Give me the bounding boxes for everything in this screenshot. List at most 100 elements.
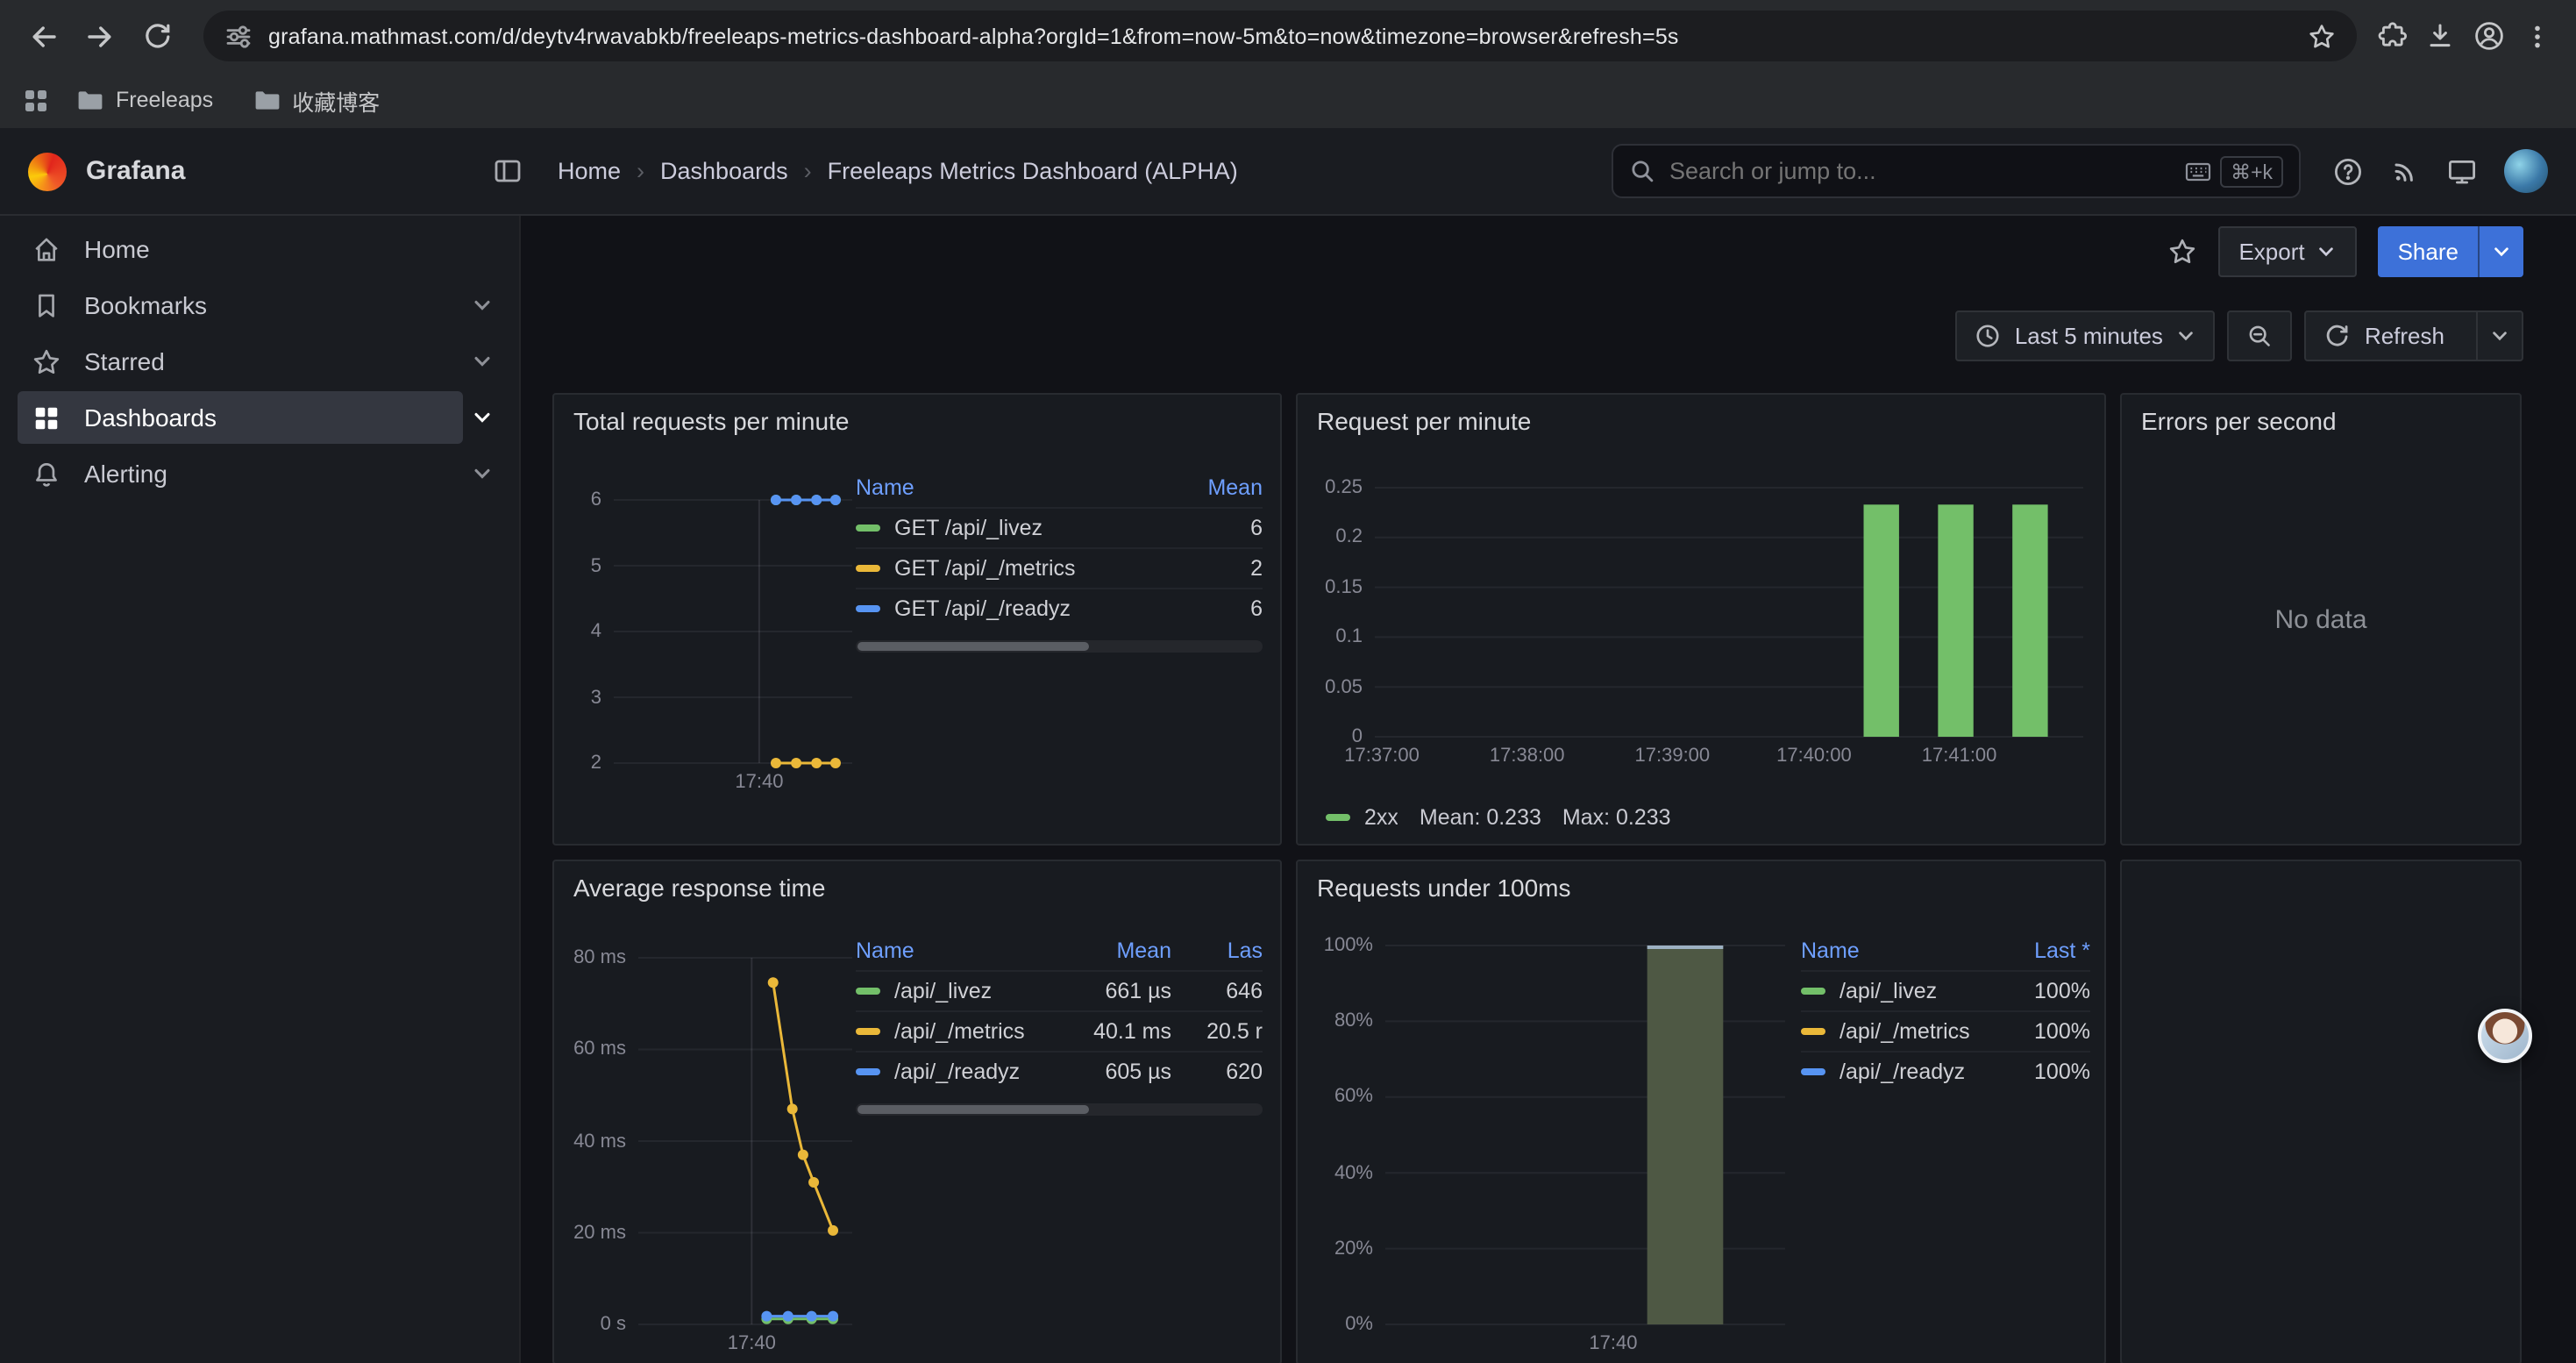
y-axis: 65432 [572,489,614,774]
legend-row[interactable]: /api/_/metrics40.1 ms20.5 r [856,1010,1263,1051]
downloads-icon[interactable] [2425,21,2455,51]
bookmark-folder-freeleaps[interactable]: Freeleaps [61,79,227,121]
display-icon[interactable] [2446,155,2478,187]
url-bar[interactable]: grafana.mathmast.com/d/deytv4rwavabkb/fr… [203,11,2357,61]
sidebar-item-dashboards[interactable]: Dashboards [18,391,502,444]
reload-button[interactable] [130,10,182,62]
breadcrumb-dashboards[interactable]: Dashboards [637,158,788,184]
legend-column-header[interactable]: Las [1171,938,1263,963]
data-point [761,1311,772,1322]
chevron-down-icon[interactable] [463,407,502,428]
chevron-down-icon [2177,326,2196,346]
browser-toolbar: grafana.mathmast.com/d/deytv4rwavabkb/fr… [0,0,2576,72]
series-color-swatch [856,525,880,532]
data-point [811,495,822,505]
y-tick-label: 0.2 [1335,527,1363,548]
extensions-icon[interactable] [2378,21,2408,51]
legend-row[interactable]: /api/_/readyz100% [1801,1051,2090,1091]
y-tick-label: 80 ms [573,947,626,968]
bookmark-page-star-icon[interactable] [2308,22,2336,50]
chevron-down-icon[interactable] [463,463,502,484]
horizontal-scrollbar[interactable] [856,1103,1263,1116]
help-icon[interactable] [2332,155,2364,187]
share-button[interactable]: Share [2379,225,2523,276]
chevron-down-icon[interactable] [2476,312,2522,360]
legend-column-header[interactable]: Name [1801,938,1999,963]
sidebar-item-label: Home [84,235,150,263]
legend-column-header[interactable]: Mean [1080,938,1171,963]
panel-errors-per-second: Errors per second No data [2120,393,2522,846]
panel-title[interactable]: Average response time [554,861,1280,914]
sidebar-item-bookmarks[interactable]: Bookmarks [18,279,502,332]
panel-title[interactable]: Errors per second [2122,395,2520,447]
chevron-down-icon[interactable] [463,351,502,372]
profile-icon[interactable] [2473,19,2506,53]
chevron-down-icon[interactable] [2478,225,2523,276]
legend-column-header[interactable]: Last * [1999,938,2090,963]
sidebar-item-starred[interactable]: Starred [18,335,502,388]
floating-assistant-avatar[interactable] [2478,1009,2532,1063]
grafana-logo-icon[interactable] [28,152,67,190]
panel-title[interactable]: Requests under 100ms [1298,861,2104,914]
forward-button[interactable] [74,10,126,62]
bookmark-folder-blogs[interactable]: 收藏博客 [238,79,394,121]
series-color-swatch [856,988,880,995]
data-point [798,1150,808,1160]
toggle-sidebar-icon[interactable] [493,156,523,186]
sidebar-item-label: Bookmarks [84,291,207,319]
search-box[interactable]: ⌘+k [1612,144,2301,198]
legend-stat-max: Max: 0.233 [1562,805,1671,830]
legend-value: 605 µs [1080,1060,1171,1084]
panel-total-requests-per-minute: Total requests per minute 65432 17:40 Nam… [552,393,1282,846]
search-input[interactable] [1669,158,2171,184]
apps-grid-icon [32,403,61,432]
legend-stats[interactable]: 2xx Mean: 0.233 Max: 0.233 [1326,805,1671,830]
apps-shortcut-icon[interactable] [21,85,51,115]
chevron-down-icon[interactable] [463,295,502,316]
export-button[interactable]: Export [2217,225,2357,276]
legend-value: 100% [1999,1060,2090,1084]
sidebar: Home Bookmarks St [0,216,521,1363]
legend-row[interactable]: /api/_/metrics100% [1801,1010,2090,1051]
y-axis: 0.250.20.150.10.050 [1315,477,1375,747]
legend-series-label: GET /api/_/metrics [894,556,1076,581]
refresh-button[interactable]: Refresh [2305,310,2523,361]
legend-row[interactable]: GET /api/_/readyz6 [856,588,1263,628]
sidebar-item-home[interactable]: Home [18,223,502,275]
legend-row[interactable]: /api/_livez661 µs646 [856,970,1263,1010]
favorite-star-icon[interactable] [2167,236,2196,266]
grafana-header-left: Grafana [28,152,523,190]
breadcrumb-home[interactable]: Home [558,158,621,184]
user-avatar[interactable] [2504,149,2548,193]
panel-title[interactable]: Total requests per minute [554,395,1280,447]
site-settings-icon[interactable] [224,22,253,50]
zoom-out-button[interactable] [2228,310,2293,361]
legend-series-name: /api/_/metrics [856,1019,1080,1044]
legend-row[interactable]: GET /api/_livez6 [856,507,1263,547]
panel-title[interactable]: Request per minute [1298,395,2104,447]
bookmark-label: 收藏博客 [292,83,380,117]
time-range-picker[interactable]: Last 5 minutes [1955,310,2216,361]
legend-value: 40.1 ms [1080,1019,1171,1044]
browser-window: grafana.mathmast.com/d/deytv4rwavabkb/fr… [0,0,2576,1363]
legend-column-header[interactable]: Name [856,475,1171,500]
legend-column-header[interactable]: Name [856,938,1080,963]
bookmark-label: Freeleaps [116,88,213,112]
x-tick-label: 17:40 [735,772,783,793]
share-label: Share [2379,225,2478,276]
legend-row[interactable]: GET /api/_/metrics2 [856,547,1263,588]
browser-menu-icon[interactable] [2523,22,2551,50]
plot-canvas [614,500,852,763]
data-point [828,1225,838,1236]
news-rss-icon[interactable] [2390,156,2420,186]
legend-header: NameMean [856,468,1263,507]
y-tick-label: 20% [1334,1238,1373,1260]
legend-row[interactable]: /api/_/readyz605 µs620 [856,1051,1263,1091]
legend-column-header[interactable]: Mean [1171,475,1263,500]
horizontal-scrollbar[interactable] [856,640,1263,653]
legend-row[interactable]: /api/_livez100% [1801,970,2090,1010]
bell-icon [32,459,61,489]
y-tick-label: 40 ms [573,1131,626,1152]
sidebar-item-alerting[interactable]: Alerting [18,447,502,500]
back-button[interactable] [18,10,70,62]
